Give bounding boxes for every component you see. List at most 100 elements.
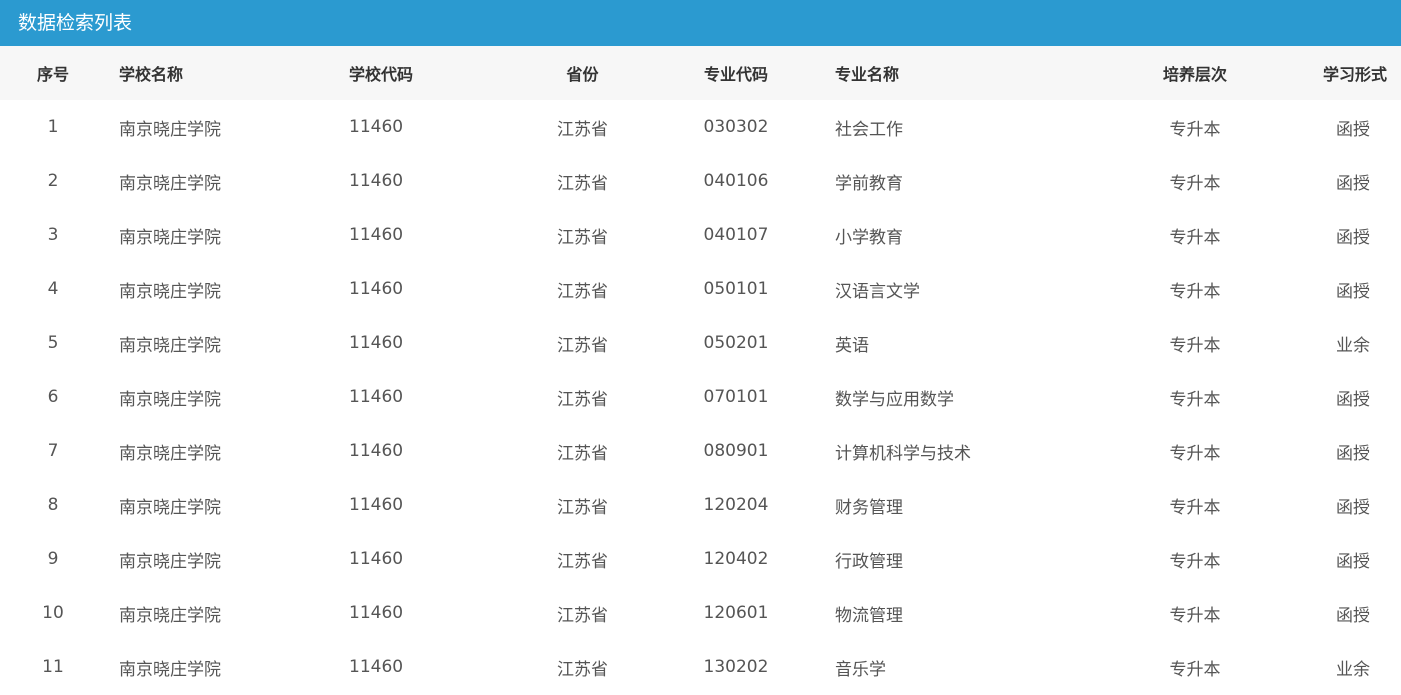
table-header: 序号 学校名称 学校代码 省份 专业代码 专业名称 培养层次 学习形式 — [0, 46, 1401, 100]
cell-level: 专升本 — [1169, 119, 1221, 140]
cell-level: 专升本 — [1169, 227, 1221, 248]
header-school-name: 学校名称 — [119, 65, 184, 84]
cell-index: 6 — [47, 387, 59, 407]
cell-major-code: 120402 — [703, 549, 769, 569]
cell-school-code: 11460 — [349, 225, 404, 245]
cell-major-name: 计算机科学与技术 — [835, 443, 971, 464]
cell-major-name: 物流管理 — [835, 605, 903, 626]
table-row: 2 南京晓庄学院 11460 江苏省 040106 学前教育 专升本 函授 — [0, 154, 1401, 208]
cell-index: 1 — [47, 117, 59, 137]
cell-major-code: 120601 — [703, 603, 769, 623]
cell-school-name: 南京晓庄学院 — [119, 497, 221, 518]
cell-province: 江苏省 — [557, 335, 608, 356]
cell-major-code: 040107 — [703, 225, 769, 245]
table-body: 1 南京晓庄学院 11460 江苏省 030302 社会工作 专升本 函授 2 南京晓庄学院 114… — [0, 100, 1401, 694]
cell-study-form: 函授 — [1336, 281, 1370, 302]
cell-province: 江苏省 — [557, 497, 608, 518]
data-table: 序号 学校名称 学校代码 省份 专业代码 专业名称 培养层次 学习形式 1 南京晓… — [0, 46, 1401, 694]
cell-major-name: 数学与应用数学 — [835, 389, 954, 410]
cell-level: 专升本 — [1169, 551, 1221, 572]
header-index: 序号 — [36, 65, 69, 84]
cell-school-code: 11460 — [349, 549, 404, 569]
cell-study-form: 函授 — [1336, 173, 1370, 194]
cell-school-code: 11460 — [349, 117, 404, 137]
cell-province: 江苏省 — [557, 605, 608, 626]
header-row: 序号 学校名称 学校代码 省份 专业代码 专业名称 培养层次 学习形式 — [0, 46, 1401, 100]
cell-index: 11 — [42, 657, 64, 677]
cell-index: 3 — [47, 225, 59, 245]
cell-index: 10 — [42, 603, 64, 623]
cell-index: 9 — [47, 549, 59, 569]
cell-school-code: 11460 — [349, 495, 404, 515]
cell-province: 江苏省 — [557, 389, 608, 410]
table-row: 11 南京晓庄学院 11460 江苏省 130202 音乐学 专升本 业余 — [0, 640, 1401, 694]
cell-school-name: 南京晓庄学院 — [119, 335, 221, 356]
cell-major-code: 080901 — [703, 441, 769, 461]
header-level: 培养层次 — [1162, 65, 1227, 84]
table-row: 6 南京晓庄学院 11460 江苏省 070101 数学与应用数学 专升本 函授 — [0, 370, 1401, 424]
cell-province: 江苏省 — [557, 659, 608, 680]
cell-major-name: 财务管理 — [835, 497, 903, 518]
cell-level: 专升本 — [1169, 281, 1221, 302]
cell-study-form: 函授 — [1336, 443, 1370, 464]
cell-level: 专升本 — [1169, 443, 1221, 464]
cell-index: 8 — [47, 495, 59, 515]
cell-school-code: 11460 — [349, 387, 404, 407]
table-row: 8 南京晓庄学院 11460 江苏省 120204 财务管理 专升本 函授 — [0, 478, 1401, 532]
cell-school-name: 南京晓庄学院 — [119, 605, 221, 626]
cell-province: 江苏省 — [557, 551, 608, 572]
cell-level: 专升本 — [1169, 173, 1221, 194]
cell-school-code: 11460 — [349, 657, 404, 677]
cell-level: 专升本 — [1169, 389, 1221, 410]
cell-study-form: 函授 — [1336, 551, 1370, 572]
table-row: 10 南京晓庄学院 11460 江苏省 120601 物流管理 专升本 函授 — [0, 586, 1401, 640]
cell-study-form: 函授 — [1336, 227, 1370, 248]
cell-study-form: 函授 — [1336, 119, 1370, 140]
header-province: 省份 — [566, 65, 599, 84]
cell-province: 江苏省 — [557, 227, 608, 248]
cell-major-name: 音乐学 — [835, 659, 886, 680]
cell-major-name: 社会工作 — [835, 119, 903, 140]
header-major-code: 专业代码 — [703, 65, 768, 84]
cell-major-code: 050201 — [703, 333, 769, 353]
header-major-name: 专业名称 — [835, 65, 900, 84]
cell-province: 江苏省 — [557, 119, 608, 140]
cell-index: 7 — [47, 441, 59, 461]
table-row: 9 南京晓庄学院 11460 江苏省 120402 行政管理 专升本 函授 — [0, 532, 1401, 586]
cell-major-name: 小学教育 — [835, 227, 903, 248]
cell-school-name: 南京晓庄学院 — [119, 119, 221, 140]
cell-school-name: 南京晓庄学院 — [119, 173, 221, 194]
cell-major-name: 行政管理 — [835, 551, 903, 572]
cell-school-code: 11460 — [349, 279, 404, 299]
cell-school-name: 南京晓庄学院 — [119, 659, 221, 680]
header-school-code: 学校代码 — [349, 65, 414, 84]
cell-major-code: 030302 — [703, 117, 769, 137]
cell-major-code: 130202 — [703, 657, 769, 677]
table-row: 4 南京晓庄学院 11460 江苏省 050101 汉语言文学 专升本 函授 — [0, 262, 1401, 316]
cell-major-name: 汉语言文学 — [835, 281, 920, 302]
cell-major-name: 英语 — [835, 335, 869, 356]
cell-study-form: 函授 — [1336, 605, 1370, 626]
cell-study-form: 函授 — [1336, 389, 1370, 410]
cell-major-code: 050101 — [703, 279, 769, 299]
cell-major-name: 学前教育 — [835, 173, 903, 194]
cell-school-code: 11460 — [349, 603, 404, 623]
cell-level: 专升本 — [1169, 605, 1221, 626]
cell-major-code: 070101 — [703, 387, 769, 407]
cell-study-form: 函授 — [1336, 497, 1370, 518]
table-row: 3 南京晓庄学院 11460 江苏省 040107 小学教育 专升本 函授 — [0, 208, 1401, 262]
cell-level: 专升本 — [1169, 659, 1221, 680]
cell-level: 专升本 — [1169, 497, 1221, 518]
cell-major-code: 120204 — [703, 495, 769, 515]
cell-study-form: 业余 — [1336, 659, 1370, 680]
cell-school-code: 11460 — [349, 171, 404, 191]
table-row: 5 南京晓庄学院 11460 江苏省 050201 英语 专升本 业余 — [0, 316, 1401, 370]
cell-school-code: 11460 — [349, 441, 404, 461]
cell-school-name: 南京晓庄学院 — [119, 443, 221, 464]
cell-study-form: 业余 — [1336, 335, 1370, 356]
header-study-form: 学习形式 — [1322, 65, 1387, 84]
cell-index: 2 — [47, 171, 59, 191]
cell-major-code: 040106 — [703, 171, 769, 191]
cell-province: 江苏省 — [557, 281, 608, 302]
cell-school-name: 南京晓庄学院 — [119, 389, 221, 410]
